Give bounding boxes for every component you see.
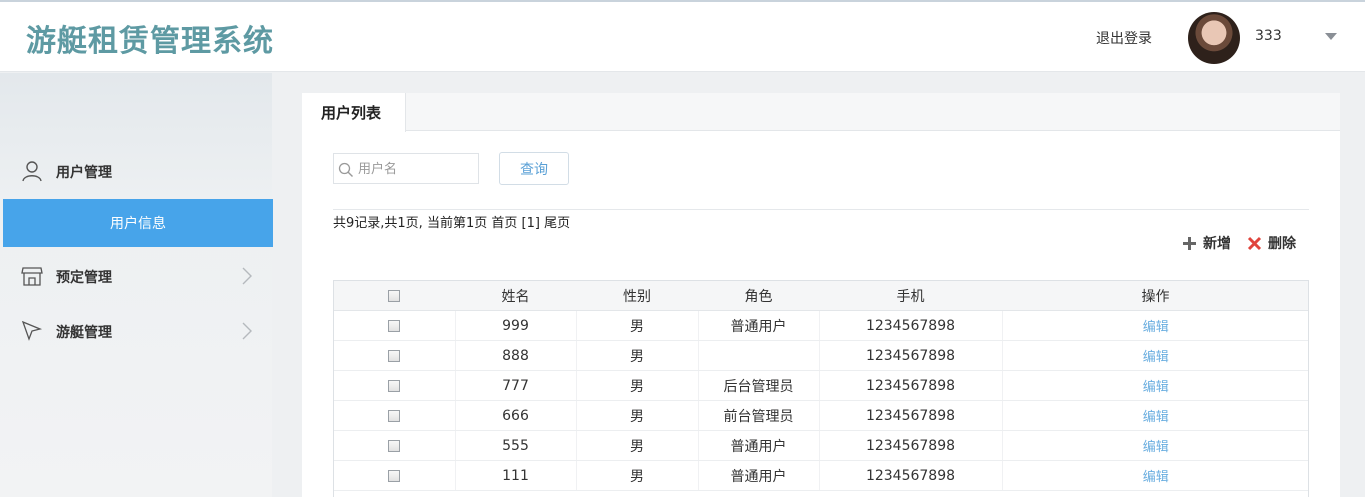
table-row: 999 男 普通用户 1234567898 编辑: [333, 310, 1309, 341]
cell-name: 777: [454, 370, 576, 401]
delete-label: 删除: [1268, 236, 1296, 252]
search-icon: [338, 162, 353, 177]
sidebar: 用户管理 用户信息 预定管理 游艇管理: [0, 73, 273, 497]
table-row: 777 男 后台管理员 1234567898 编辑: [333, 370, 1309, 401]
edit-link[interactable]: 编辑: [1001, 460, 1309, 491]
cell-name: 999: [454, 310, 576, 341]
edit-link[interactable]: 编辑: [1001, 340, 1309, 371]
user-icon: [22, 161, 42, 182]
column-header: 姓名: [455, 280, 576, 311]
add-button[interactable]: 新增: [1182, 233, 1231, 253]
cell-gender: 男: [575, 460, 698, 491]
column-header: 角色: [698, 280, 819, 311]
chevron-right-icon: [242, 267, 252, 285]
cell-phone: 1234567898: [818, 400, 1002, 431]
sidebar-item-yacht-management[interactable]: 游艇管理: [0, 305, 272, 357]
cell-role: 普通用户: [697, 430, 819, 461]
main-content: 用户列表 查询 共9记录,共1页, 当前第1页 首页 [1] 尾页 新增 删除: [302, 93, 1340, 497]
chevron-right-icon: [242, 322, 252, 340]
cell-role: 后台管理员: [697, 370, 819, 401]
sidebar-item-booking-management[interactable]: 预定管理: [0, 250, 272, 302]
cell-phone: 1234567898: [818, 370, 1002, 401]
store-icon: [21, 267, 43, 286]
cell-name: 666: [454, 400, 576, 431]
edit-link[interactable]: 编辑: [1001, 370, 1309, 401]
select-all-cell: [333, 280, 455, 311]
cell-phone: 1234567898: [818, 310, 1002, 341]
sidebar-item-label: 游艇管理: [56, 325, 112, 341]
query-button[interactable]: 查询: [499, 152, 569, 185]
table-border: [1308, 280, 1309, 497]
cell-phone: 1234567898: [818, 430, 1002, 461]
cell-role: 前台管理员: [697, 400, 819, 431]
sidebar-item-label: 预定管理: [56, 270, 112, 286]
cell-phone: 1234567898: [818, 460, 1002, 491]
edit-link[interactable]: 编辑: [1001, 310, 1309, 341]
sidebar-item-label: 用户管理: [56, 165, 112, 181]
table-row: 111 男 普通用户 1234567898 编辑: [333, 460, 1309, 491]
table-border: [333, 280, 334, 497]
table-row: 888 男 1234567898 编辑: [333, 340, 1309, 371]
cell-role: 普通用户: [697, 460, 819, 491]
row-checkbox[interactable]: [387, 409, 400, 422]
cell-phone: 1234567898: [818, 340, 1002, 371]
cell-gender: 男: [575, 310, 698, 341]
row-checkbox[interactable]: [387, 379, 400, 392]
first-page-link[interactable]: 首页: [491, 216, 517, 231]
cell-name: 555: [454, 430, 576, 461]
row-checkbox[interactable]: [387, 349, 400, 362]
search-input[interactable]: [358, 158, 474, 180]
cell-name: 888: [454, 340, 576, 371]
top-header: 游艇租赁管理系统 退出登录 333: [0, 0, 1365, 72]
pagination: 共9记录,共1页, 当前第1页 首页 [1] 尾页: [333, 212, 570, 231]
logout-link[interactable]: 退出登录: [1096, 28, 1152, 48]
close-icon: [1247, 236, 1262, 250]
cell-gender: 男: [575, 400, 698, 431]
search-field: [333, 153, 479, 184]
row-checkbox[interactable]: [387, 439, 400, 452]
cursor-icon: [21, 320, 43, 341]
table-row: 555 男 普通用户 1234567898 编辑: [333, 430, 1309, 461]
cell-role: [697, 340, 819, 371]
delete-button[interactable]: 删除: [1247, 233, 1296, 253]
cell-gender: 男: [575, 430, 698, 461]
cell-gender: 男: [575, 370, 698, 401]
plus-icon: [1183, 236, 1196, 250]
add-label: 新增: [1203, 236, 1231, 252]
avatar[interactable]: [1188, 12, 1240, 64]
last-page-link[interactable]: 尾页: [544, 216, 570, 231]
sidebar-subitem-user-info[interactable]: 用户信息: [3, 199, 273, 247]
column-header: 操作: [1002, 280, 1309, 311]
row-checkbox[interactable]: [387, 469, 400, 482]
table-header-row: 姓名 性别 角色 手机 操作: [333, 280, 1309, 311]
edit-link[interactable]: 编辑: [1001, 430, 1309, 461]
current-page-link[interactable]: [1]: [522, 216, 540, 231]
edit-link[interactable]: 编辑: [1001, 400, 1309, 431]
divider: [333, 209, 1309, 210]
select-all-checkbox[interactable]: [388, 289, 400, 302]
cell-role: 普通用户: [697, 310, 819, 341]
app-title: 游艇租赁管理系统: [26, 24, 274, 59]
tab-bar: 用户列表: [302, 93, 1340, 132]
column-header: 性别: [576, 280, 698, 311]
pagination-summary: 共9记录,共1页, 当前第1页: [333, 216, 488, 231]
row-checkbox[interactable]: [387, 319, 400, 332]
cell-name: 111: [454, 460, 576, 491]
table-row: 666 男 前台管理员 1234567898 编辑: [333, 400, 1309, 431]
sidebar-item-user-management[interactable]: 用户管理: [0, 145, 272, 197]
username: 333: [1255, 28, 1282, 44]
column-header: 手机: [819, 280, 1002, 311]
user-table: 姓名 性别 角色 手机 操作 999 男 普通用户 1234567898 编辑: [333, 280, 1309, 491]
cell-gender: 男: [575, 340, 698, 371]
user-menu-chevron-down-icon[interactable]: [1325, 33, 1337, 40]
tab-user-list[interactable]: 用户列表: [302, 93, 406, 132]
